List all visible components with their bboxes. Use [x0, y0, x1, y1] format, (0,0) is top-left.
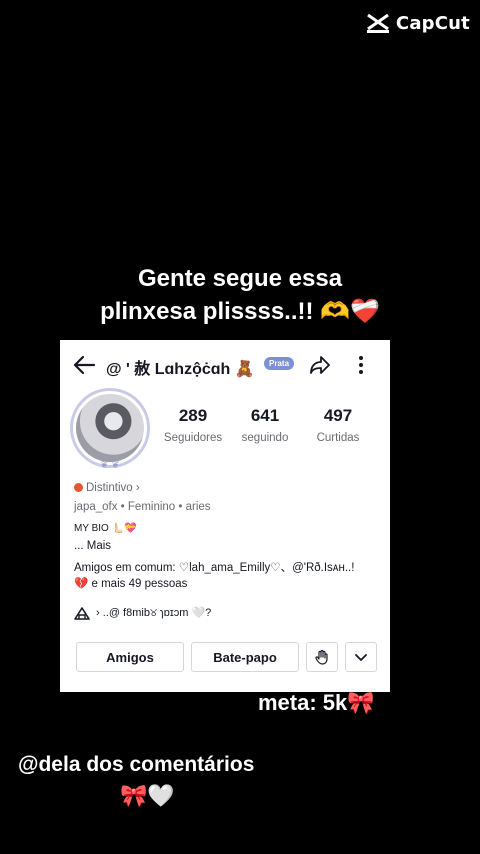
caption-line-1: Gente segue essa [137, 265, 343, 292]
bows-emoji: 🎀🤍 [120, 783, 175, 808]
capcut-logo-icon [366, 13, 389, 33]
distintivo-link[interactable]: Distintivo › [74, 482, 140, 494]
mutual-friends-line-2: 💔 e mais 49 pessoas [74, 578, 188, 590]
avatar-image [76, 394, 144, 462]
bio-more-link[interactable]: ... Mais [74, 540, 111, 552]
top-caption: Gente segue essa plinxesa plissss..!! 🫶❤… [0, 262, 480, 328]
watermark-brand: CapCut [395, 12, 470, 34]
profile-screenshot-card: @ ' 赦 Lɑhzộċɑh 🧸 Prata ❦ ❦ 289 Seguidore… [60, 340, 390, 692]
stat-following[interactable]: 641 seguindo [230, 406, 300, 444]
chevron-down-icon [355, 654, 367, 661]
rank-badge[interactable]: Prata [264, 357, 295, 370]
chat-button[interactable]: Bate-papo [191, 642, 299, 672]
back-arrow-icon[interactable] [72, 354, 96, 376]
more-icon[interactable] [358, 354, 364, 376]
stat-followers[interactable]: 289 Seguidores [158, 406, 228, 444]
family-row[interactable]: › ..@ f8mib୪ ɿɒɪɔm 🤍? [74, 606, 211, 620]
profile-topbar: @ ' 赦 Lɑhzộċɑh 🧸 Prata [60, 348, 390, 382]
mention-caption: @dela dos comentários [18, 753, 255, 776]
caption-line-2: plinxesa plissss..!! 🫶❤️‍🩹 [100, 298, 380, 325]
distintivo-label: Distintivo › [86, 482, 140, 494]
goal-caption: meta: 5k🎀 [258, 690, 375, 715]
profile-username: @ ' 赦 Lɑhzộċɑh 🧸 [106, 361, 255, 378]
stat-label: Curtidas [316, 432, 360, 444]
mutual-friends[interactable]: Amigos em comum: ♡lah_ama_Emilly♡、@'Rð.I… [74, 560, 384, 592]
distintivo-icon [74, 483, 83, 492]
family-label: › ..@ f8mib୪ ɿɒɪɔm 🤍? [96, 607, 212, 619]
profile-bio: MY BIO 🫷🏻💝 [74, 523, 137, 534]
profile-meta-line: japa_ofx • Feminino • aries [74, 501, 211, 513]
friends-button[interactable]: Amigos [76, 642, 184, 672]
wave-hand-icon [315, 649, 328, 665]
more-options-button[interactable] [345, 642, 377, 672]
mutual-friends-line-1: Amigos em comum: ♡lah_ama_Emilly♡、@'Rð.I… [74, 562, 355, 574]
stat-value: 497 [323, 406, 353, 425]
share-icon[interactable] [309, 354, 331, 376]
stat-value: 289 [178, 406, 208, 425]
family-icon [74, 607, 90, 620]
stat-label: seguindo [241, 432, 289, 444]
stat-label: Seguidores [163, 432, 223, 444]
capcut-watermark: CapCut [366, 12, 470, 34]
wave-button[interactable] [306, 642, 338, 672]
avatar-laurel-icon: ❦ ❦ [100, 460, 120, 471]
stat-likes[interactable]: 497 Curtidas [303, 406, 373, 444]
stat-value: 641 [250, 406, 280, 425]
profile-avatar[interactable]: ❦ ❦ [70, 388, 150, 471]
